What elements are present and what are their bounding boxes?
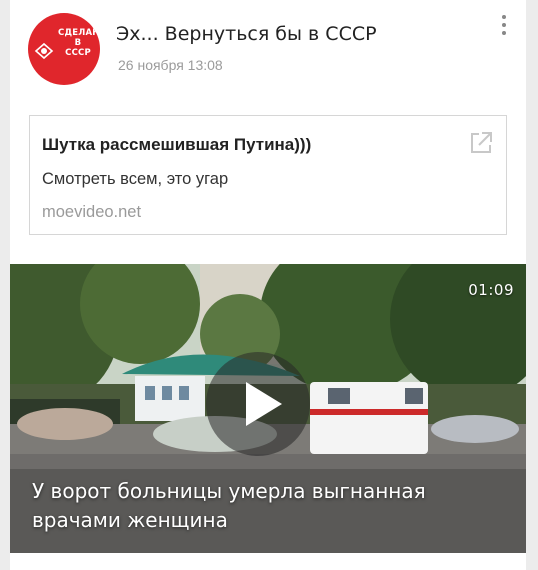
post-card: СДЕЛАН В СССР Эх... Вернуться бы в СССР … bbox=[10, 0, 526, 570]
link-domain: moevideo.net bbox=[42, 203, 142, 221]
external-link-icon[interactable] bbox=[468, 130, 494, 156]
avatar-text: СДЕЛАН В СССР bbox=[58, 28, 100, 58]
link-description: Смотреть всем, это угар bbox=[42, 170, 229, 188]
play-icon[interactable] bbox=[206, 352, 310, 456]
post-date[interactable]: 26 ноября 13:08 bbox=[118, 57, 223, 73]
community-name[interactable]: Эх... Вернуться бы в СССР bbox=[116, 23, 377, 45]
link-title: Шутка рассмешившая Путина))) bbox=[42, 135, 312, 154]
community-avatar[interactable]: СДЕЛАН В СССР bbox=[28, 13, 100, 85]
more-vertical-icon[interactable] bbox=[494, 10, 514, 40]
link-attachment[interactable]: Шутка рассмешившая Путина))) Смотреть вс… bbox=[29, 115, 507, 235]
play-triangle bbox=[246, 382, 282, 426]
video-title[interactable]: У ворот больницы умерла выгнанная врачам… bbox=[32, 477, 502, 535]
video-duration: 01:09 bbox=[468, 281, 514, 299]
